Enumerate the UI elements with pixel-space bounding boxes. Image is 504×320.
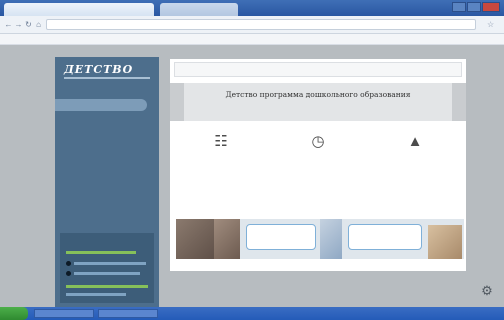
news-link[interactable] (74, 272, 140, 275)
sidebar: ДЕТСТВО (55, 57, 159, 307)
sidebar-menu (55, 99, 159, 195)
menu-spacer (55, 111, 159, 123)
promo-cards (170, 219, 466, 267)
search-input[interactable] (174, 62, 462, 77)
forward-icon[interactable]: → (14, 20, 23, 29)
easel-icon: ☷ (214, 133, 228, 150)
feature-block[interactable]: ◷ (275, 133, 361, 203)
site-logo[interactable]: ДЕТСТВО (64, 63, 133, 76)
web-page: ДЕТСТВО Детство программа дошкольного об… (0, 45, 504, 307)
logo-tagline (64, 77, 150, 79)
sidebar-item[interactable] (55, 147, 159, 159)
graduation-cap-icon: ▲ (407, 133, 423, 150)
card-photo (176, 219, 214, 259)
feature-block[interactable]: ▲ (372, 133, 458, 203)
promo-card[interactable] (176, 219, 320, 259)
sidebar-item[interactable] (55, 99, 147, 111)
browser-toolbar: ← → ↻ ⌂ ☆ (0, 16, 504, 34)
news-link[interactable] (66, 251, 136, 254)
title-banner: Детство программа дошкольного образовани… (170, 83, 466, 121)
taskbar-item[interactable] (34, 309, 94, 318)
gear-icon[interactable]: ⚙ (480, 284, 494, 298)
banner-ribbon-right (452, 83, 466, 121)
card-photo (214, 219, 240, 259)
window-controls (452, 2, 500, 13)
bookmark-star-icon[interactable]: ☆ (487, 20, 496, 29)
sidebar-item[interactable] (55, 171, 159, 183)
sidebar-item[interactable] (55, 123, 159, 135)
address-bar[interactable] (46, 19, 476, 30)
card-caption (348, 224, 422, 250)
close-button[interactable] (482, 2, 500, 12)
bullet-icon (66, 261, 71, 266)
clock-icon: ◷ (311, 133, 325, 150)
card-photo (428, 225, 462, 259)
start-button[interactable] (0, 307, 28, 320)
card-photo (320, 219, 342, 259)
browser-tab[interactable] (160, 3, 238, 16)
feature-block[interactable]: ☷ (178, 133, 264, 203)
news-link[interactable] (66, 285, 148, 288)
page-title: Детство программа дошкольного образовани… (225, 90, 411, 99)
banner-ribbon-left (170, 83, 184, 121)
home-icon[interactable]: ⌂ (34, 20, 43, 29)
main-content: Детство программа дошкольного образовани… (170, 59, 466, 271)
bullet-icon (66, 271, 71, 276)
sidebar-news-box (60, 233, 154, 303)
sidebar-item[interactable] (55, 135, 159, 147)
promo-card[interactable] (320, 219, 464, 259)
features-row: ☷ ◷ ▲ (170, 133, 466, 203)
back-icon[interactable]: ← (4, 20, 13, 29)
minimize-button[interactable] (452, 2, 466, 12)
maximize-button[interactable] (467, 2, 481, 12)
taskbar (0, 307, 504, 320)
news-link[interactable] (66, 293, 126, 296)
news-link[interactable] (74, 262, 146, 265)
card-caption (246, 224, 316, 250)
browser-tab[interactable] (4, 3, 154, 16)
sidebar-item[interactable] (55, 159, 159, 171)
browser-tab-bar (0, 0, 504, 16)
sidebar-item[interactable] (55, 183, 159, 195)
bookmarks-bar (0, 34, 504, 45)
reload-icon[interactable]: ↻ (24, 20, 33, 29)
taskbar-item[interactable] (98, 309, 158, 318)
